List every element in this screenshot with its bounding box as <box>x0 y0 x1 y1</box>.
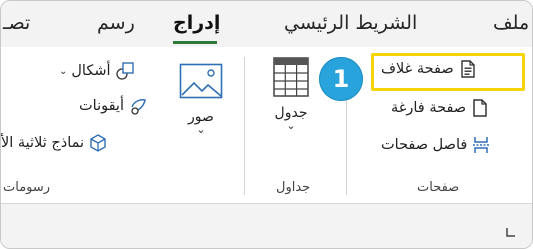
tab-home[interactable]: الشريط الرئيسي <box>284 12 417 34</box>
shapes-icon <box>115 61 135 81</box>
cube-icon <box>88 133 108 153</box>
icons-icon <box>128 96 148 116</box>
pictures-button[interactable]: صور ⌄ <box>173 63 229 135</box>
icons-label: أيقونات <box>79 98 124 114</box>
pages-group-label: صفحات <box>417 180 460 195</box>
collapse-ribbon-icon[interactable] <box>504 224 518 238</box>
ribbon-panel: صفحة غلاف صفحة فارغة فاصل صفحات صفحات جد… <box>1 47 532 204</box>
cover-page-highlight <box>371 53 525 91</box>
icons-button[interactable]: أيقونات <box>79 96 148 116</box>
page-break-button[interactable]: فاصل صفحات <box>381 135 491 155</box>
ribbon-footer <box>1 204 532 248</box>
group-separator <box>244 57 245 195</box>
tables-group-label: جداول <box>276 180 311 195</box>
3d-models-label: نماذج ثلاثية الأ <box>1 135 85 151</box>
chevron-down-icon: ⌄ <box>59 65 68 77</box>
shapes-label: أشكال <box>71 63 111 79</box>
blank-page-button[interactable]: صفحة فارغة <box>391 98 490 118</box>
chevron-down-icon: ⌄ <box>196 123 206 136</box>
ribbon-tabs: ملف الشريط الرئيسي إدراج رسم تصـ <box>1 1 532 47</box>
step-number-badge: 1 <box>319 57 363 101</box>
page-break-icon <box>471 135 491 155</box>
tab-draw[interactable]: رسم <box>97 12 135 34</box>
tab-file[interactable]: ملف <box>493 12 529 34</box>
table-icon <box>259 55 323 105</box>
table-button[interactable]: جدول ⌄ <box>259 55 323 131</box>
page-break-label: فاصل صفحات <box>381 137 468 153</box>
tab-insert[interactable]: إدراج <box>173 12 220 34</box>
active-tab-indicator <box>173 41 217 44</box>
blank-page-label: صفحة فارغة <box>391 100 467 116</box>
3d-models-button[interactable]: نماذج ثلاثية الأ <box>1 133 108 153</box>
illustrations-group-label: رسومات <box>3 180 51 195</box>
word-ribbon-window: ملف الشريط الرئيسي إدراج رسم تصـ صفحة غل… <box>0 0 533 249</box>
tab-design[interactable]: تصـ <box>3 12 30 34</box>
blank-page-icon <box>470 98 490 118</box>
shapes-button[interactable]: أشكال ⌄ <box>59 61 135 81</box>
chevron-down-icon: ⌄ <box>286 119 296 132</box>
pictures-icon <box>173 63 229 109</box>
